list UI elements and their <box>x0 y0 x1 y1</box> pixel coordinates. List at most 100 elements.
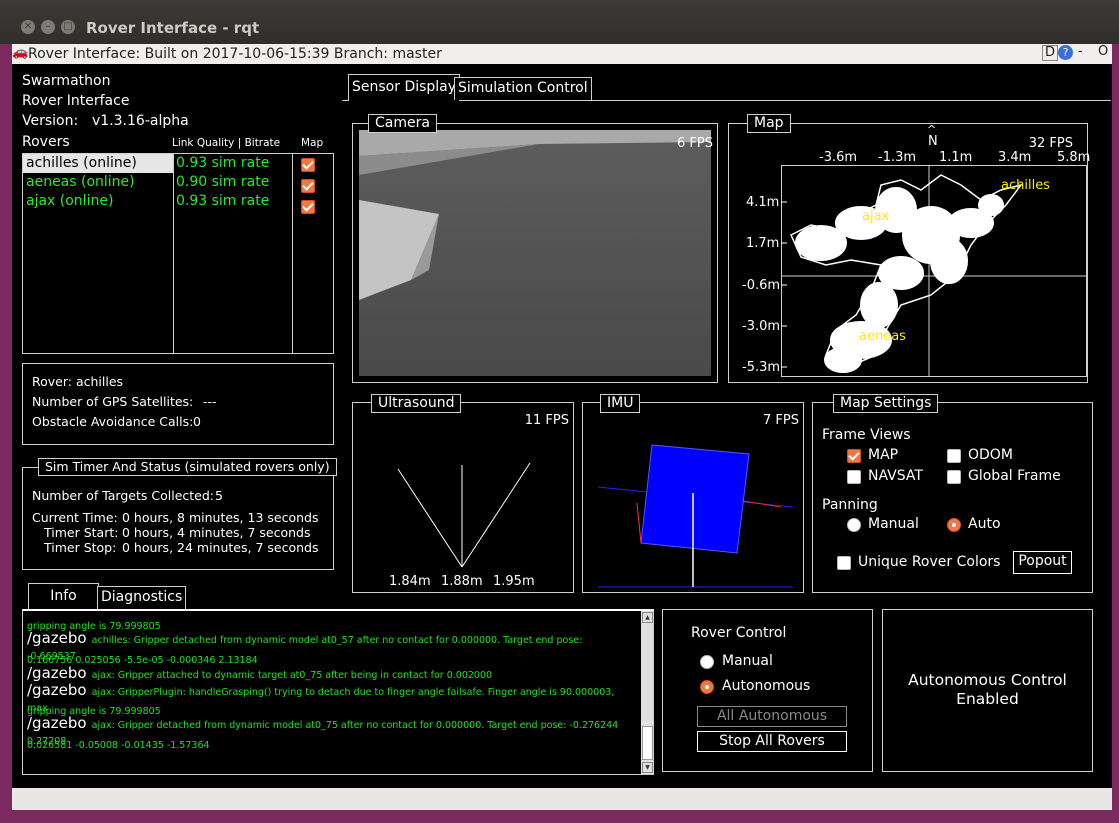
camera-fps: 6 FPS <box>677 136 713 151</box>
map-y-tick-3: -0.6m <box>742 278 781 293</box>
scroll-down-icon[interactable]: ▼ <box>642 762 653 773</box>
rover-item-achilles[interactable]: achilles (online) <box>26 155 137 171</box>
unique-colors-label: Unique Rover Colors <box>858 554 1001 570</box>
map-frame-checkbox[interactable] <box>847 449 861 463</box>
targets-label: Number of Targets Collected: <box>32 488 214 503</box>
version-value: v1.3.16-alpha <box>92 113 189 129</box>
obstacle-value: 0 <box>193 414 201 429</box>
ultrasound-visual <box>397 462 531 568</box>
log-scrollbar[interactable]: ▲ ▼ <box>641 611 653 774</box>
panning-label: Panning <box>822 497 878 513</box>
close-plugin-button[interactable]: O <box>1098 44 1108 59</box>
scroll-up-icon[interactable]: ▲ <box>642 612 653 623</box>
control-status-line1: Autonomous Control <box>908 671 1067 689</box>
rover-item-ajax[interactable]: ajax (online) <box>26 193 113 209</box>
map-checkbox-ajax[interactable] <box>301 200 315 214</box>
global-frame-checkbox[interactable] <box>947 470 961 484</box>
rover-item-aeneas[interactable]: aeneas (online) <box>26 174 135 190</box>
panning-manual-radio[interactable] <box>847 518 861 532</box>
map-settings-panel: Frame Views MAP ODOM NAVSAT Global Frame… <box>812 402 1093 593</box>
rover-status-panel: Rover: achilles Number of GPS Satellites… <box>22 363 334 445</box>
map-canvas[interactable] <box>781 165 1087 377</box>
rover-link-achilles: 0.93 sim rate <box>176 155 270 171</box>
status-bar <box>12 788 1112 810</box>
rover-logo-icon: 🚗 <box>12 45 29 60</box>
log-text: 0.026581 -0.05008 -0.01435 -1.57364 <box>27 740 210 751</box>
targets-value: 5 <box>215 488 223 503</box>
rover-control-panel: Rover Control Manual Autonomous All Auto… <box>662 609 873 772</box>
rover-interface-main: Swarmathon Rover Interface Version: v1.3… <box>12 64 1112 788</box>
map-y-tick-2: 1.7m <box>746 236 780 251</box>
map-settings-title: Map Settings <box>833 394 939 413</box>
stop-all-rovers-button[interactable]: Stop All Rovers <box>697 731 847 752</box>
control-manual-label: Manual <box>722 653 773 669</box>
control-status-panel: Autonomous Control Enabled <box>882 609 1093 772</box>
global-frame-label: Global Frame <box>968 468 1061 484</box>
ultrasound-center: 1.88m <box>441 574 483 589</box>
map-x-tick-3: 1.1m <box>939 150 973 165</box>
rover-link-ajax: 0.93 sim rate <box>176 193 270 209</box>
map-x-tick-1: -3.6m <box>819 150 858 165</box>
imu-panel: 7 FPS <box>582 402 804 593</box>
navsat-checkbox[interactable] <box>847 470 861 484</box>
minimize-plugin-button[interactable]: - <box>1078 44 1083 59</box>
log-tag: /gazebo <box>27 629 87 647</box>
panning-auto-radio[interactable] <box>947 518 961 532</box>
plugin-title: Rover Interface: Built on 2017-10-06-15:… <box>28 46 442 62</box>
map-checkbox-achilles[interactable] <box>301 158 315 172</box>
link-quality-header: Link Quality | Bitrate <box>172 137 281 149</box>
window-title: Rover Interface - rqt <box>86 19 260 37</box>
popout-button[interactable]: Popout <box>1013 551 1072 574</box>
imu-visual <box>597 444 794 588</box>
close-window-button[interactable]: ✕ <box>21 20 35 34</box>
map-x-tick-4: 3.4m <box>998 150 1032 165</box>
control-autonomous-radio[interactable] <box>700 680 714 694</box>
version-label: Version: <box>22 113 79 129</box>
window-titlebar: ✕ – □ Rover Interface - rqt <box>0 0 1119 44</box>
gps-label: Number of GPS Satellites: <box>32 394 194 409</box>
map-column-header: Map <box>301 137 324 149</box>
map-fps: 32 FPS <box>1028 136 1073 151</box>
unique-colors-checkbox[interactable] <box>837 556 851 570</box>
timer-start-value: 0 hours, 4 minutes, 7 seconds <box>122 525 311 540</box>
tab-info[interactable]: Info <box>28 583 99 610</box>
log-tag: /gazebo <box>27 714 87 732</box>
maximize-window-button[interactable]: □ <box>61 20 75 34</box>
rover-list: achilles (online) 0.93 sim rate aeneas (… <box>22 153 334 354</box>
rover-control-title: Rover Control <box>691 625 787 641</box>
map-x-tick-5: 5.8m <box>1057 150 1091 165</box>
rovers-label: Rovers <box>22 134 70 150</box>
control-status-message: Autonomous Control Enabled <box>883 671 1092 709</box>
frame-views-label: Frame Views <box>822 427 911 443</box>
minimize-window-button[interactable]: – <box>41 20 55 34</box>
timer-start-label: Timer Start: <box>44 525 119 540</box>
sim-timer-title: Sim Timer And Status (simulated rovers o… <box>38 458 337 476</box>
log-scroll-thumb[interactable] <box>642 726 653 760</box>
all-autonomous-button[interactable]: All Autonomous <box>697 706 847 727</box>
help-icon[interactable]: ? <box>1058 45 1073 60</box>
tab-simulation-control[interactable]: Simulation Control <box>454 77 592 100</box>
camera-panel: 6 FPS <box>352 123 718 383</box>
odom-checkbox[interactable] <box>947 449 961 463</box>
app-name: Swarmathon <box>22 73 111 89</box>
tab-sensor-display[interactable]: Sensor Display <box>348 74 461 101</box>
info-log[interactable]: gripping angle is 79.999805 /gazebo achi… <box>22 609 654 775</box>
map-x-tick-2: -1.3m <box>878 150 917 165</box>
map-checkbox-aeneas[interactable] <box>301 179 315 193</box>
imu-title: IMU <box>600 394 641 413</box>
north-label: N <box>928 134 938 149</box>
plugin-header: 🚗 Rover Interface: Built on 2017-10-06-1… <box>12 44 1112 64</box>
timer-stop-value: 0 hours, 24 minutes, 7 seconds <box>122 540 319 555</box>
odom-label: ODOM <box>968 447 1013 463</box>
tab-diagnostics[interactable]: Diagnostics <box>97 586 187 609</box>
sim-timer-panel: Number of Targets Collected: 5 Current T… <box>22 467 334 570</box>
navsat-label: NAVSAT <box>868 468 923 484</box>
map-label-achilles: achilles <box>1001 178 1050 193</box>
map-label-ajax: ajax <box>862 209 890 224</box>
app-subtitle: Rover Interface <box>22 93 130 109</box>
control-manual-radio[interactable] <box>700 655 714 669</box>
log-content: gripping angle is 79.999805 /gazebo achi… <box>27 616 627 751</box>
gps-value: --- <box>203 394 217 409</box>
dock-button[interactable]: D <box>1042 45 1059 61</box>
control-autonomous-label: Autonomous <box>722 678 811 694</box>
